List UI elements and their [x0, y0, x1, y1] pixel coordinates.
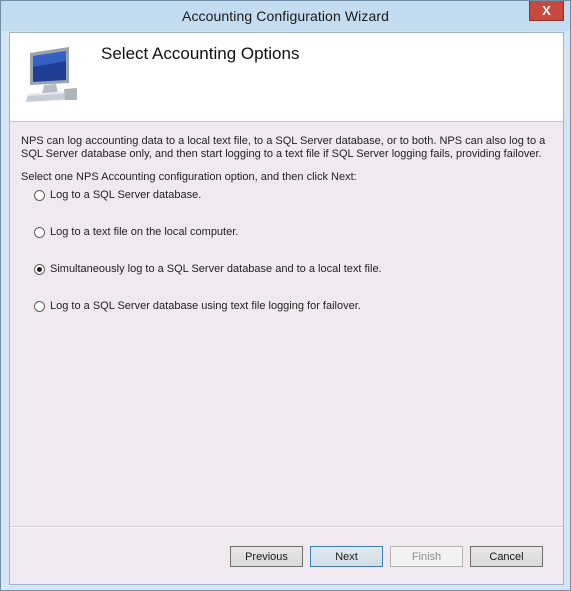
title-bar[interactable]: Accounting Configuration Wizard X: [1, 1, 570, 31]
close-button[interactable]: X: [529, 1, 564, 21]
option-label: Log to a SQL Server database using text …: [50, 300, 361, 312]
option-sql-server[interactable]: Log to a SQL Server database.: [34, 189, 201, 201]
page-title: Select Accounting Options: [101, 44, 300, 63]
radio-button-selected[interactable]: [34, 263, 45, 275]
radio-button[interactable]: [34, 300, 45, 312]
description-text: NPS can log accounting data to a local t…: [21, 135, 546, 160]
cancel-button[interactable]: Cancel: [470, 546, 543, 567]
option-simultaneous[interactable]: Simultaneously log to a SQL Server datab…: [34, 263, 382, 275]
next-button[interactable]: Next: [310, 546, 383, 567]
close-icon: X: [542, 3, 551, 18]
computer-monitor-icon: [26, 47, 77, 102]
option-sql-failover[interactable]: Log to a SQL Server database using text …: [34, 300, 361, 312]
option-label: Log to a SQL Server database.: [50, 189, 202, 201]
option-label: Simultaneously log to a SQL Server datab…: [50, 263, 382, 275]
radio-button[interactable]: [34, 189, 45, 201]
wizard-content: Select Accounting Options NPS can log ac…: [9, 32, 564, 585]
radio-button[interactable]: [34, 226, 45, 238]
instruction-label: Select one NPS Accounting configuration …: [21, 171, 357, 183]
window-title: Accounting Configuration Wizard: [182, 8, 389, 24]
footer-divider: [10, 526, 563, 528]
previous-button[interactable]: Previous: [230, 546, 303, 567]
wizard-header: Select Accounting Options: [10, 33, 563, 122]
wizard-window: Accounting Configuration Wizard X Select…: [0, 0, 571, 591]
finish-button[interactable]: Finish: [390, 546, 463, 567]
option-label: Log to a text file on the local computer…: [50, 226, 239, 238]
option-text-file[interactable]: Log to a text file on the local computer…: [34, 226, 238, 238]
